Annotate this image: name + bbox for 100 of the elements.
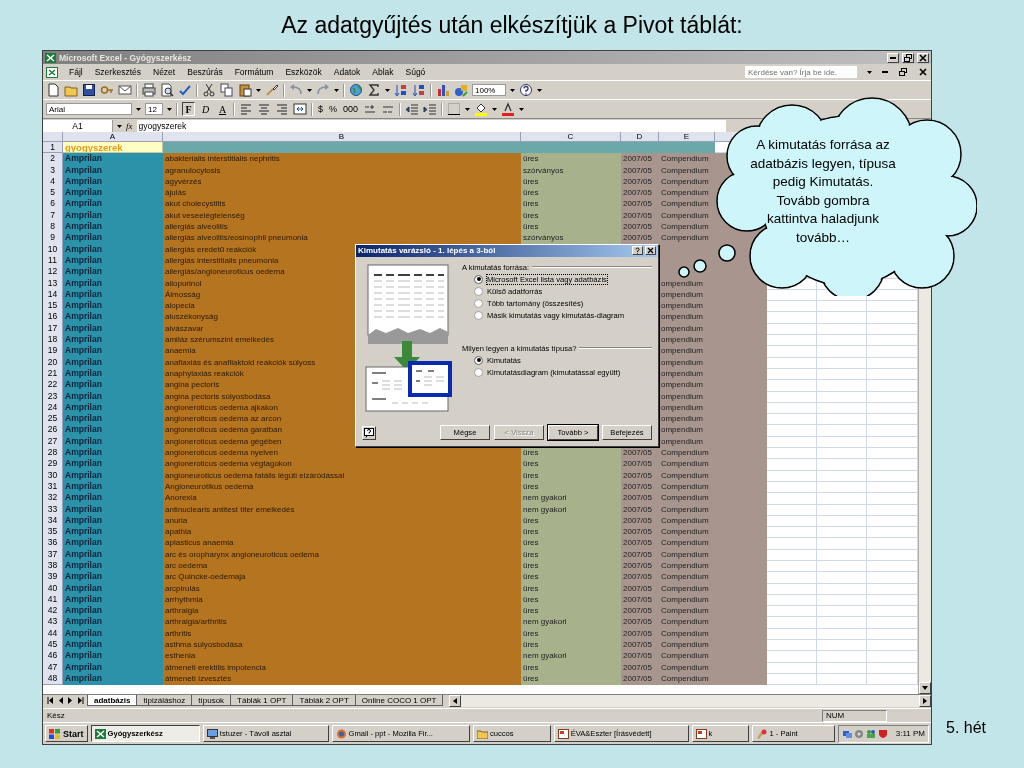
table-cell[interactable]: abakterialis interstitialis nephritis xyxy=(163,153,521,166)
table-cell[interactable]: angioneroticus oedema az arcon xyxy=(163,413,355,426)
row-number[interactable]: 19 xyxy=(43,345,63,358)
font-size-field[interactable]: 12 xyxy=(145,103,163,115)
row-number[interactable]: 22 xyxy=(43,379,63,392)
row-number[interactable]: 36 xyxy=(43,537,63,550)
table-cell[interactable]: Compendium xyxy=(659,447,715,460)
table-cell[interactable]: Amprilan xyxy=(63,639,163,652)
row-number[interactable]: 1 xyxy=(43,142,63,154)
table-cell[interactable]: Compendium xyxy=(659,458,715,471)
table-cell[interactable]: Compendium xyxy=(659,650,715,663)
sheet-tab[interactable]: Táblák 2 OPT xyxy=(292,695,356,706)
table-cell[interactable]: Compendium xyxy=(659,526,715,539)
table-cell[interactable]: Compendium xyxy=(659,605,715,618)
column-header[interactable]: B xyxy=(163,132,521,142)
table-cell[interactable]: üres xyxy=(521,198,621,211)
thousands-button[interactable]: 000 xyxy=(342,104,360,114)
menu-item[interactable]: Beszúrás xyxy=(186,67,224,77)
table-cell[interactable]: allergiás alveolitis/eosinophil pneumonia xyxy=(163,232,521,245)
table-cell[interactable]: allergiás alveolitis xyxy=(163,221,521,234)
table-cell[interactable]: üres xyxy=(521,605,621,618)
row-number[interactable]: 26 xyxy=(43,424,63,437)
row-number[interactable]: 12 xyxy=(43,266,63,279)
table-cell[interactable]: üres xyxy=(521,153,621,166)
table-cell[interactable]: 2007/05 xyxy=(621,639,659,652)
row-number[interactable]: 15 xyxy=(43,300,63,313)
table-cell[interactable]: Amprilan xyxy=(63,447,163,460)
table-cell[interactable]: akut cholecystitis xyxy=(163,198,521,211)
sheet-tab[interactable]: típusok xyxy=(191,695,232,706)
table-cell[interactable]: ompendium xyxy=(659,311,715,324)
table-cell[interactable]: aplasticus anaemia xyxy=(163,537,521,550)
table-cell[interactable]: üres xyxy=(521,221,621,234)
table-cell[interactable]: üres xyxy=(521,571,621,584)
table-cell[interactable]: arthralgia xyxy=(163,605,521,618)
table-cell[interactable]: ompendium xyxy=(659,334,715,347)
table-cell[interactable]: ompendium xyxy=(659,345,715,358)
table-cell[interactable]: alopecia xyxy=(163,300,355,313)
name-box[interactable]: A1 xyxy=(43,119,113,132)
row-number[interactable]: 29 xyxy=(43,458,63,471)
table-cell[interactable]: Compendium xyxy=(659,537,715,550)
menu-item[interactable]: Fájl xyxy=(68,67,84,77)
table-cell[interactable]: Amprilan xyxy=(63,221,163,234)
column-header[interactable]: A xyxy=(63,132,163,142)
help-search-field[interactable]: Kérdése van? Írja be ide. xyxy=(745,66,857,78)
table-cell[interactable]: amiláz szérumszint emelkedés xyxy=(163,334,355,347)
sheet-tab[interactable]: adatbázis xyxy=(87,695,138,706)
table-cell[interactable]: Amprilan xyxy=(63,571,163,584)
menu-item[interactable]: Nézet xyxy=(152,67,177,77)
start-button[interactable]: Start xyxy=(45,725,88,742)
table-cell[interactable]: arc Quincke-oedemaja xyxy=(163,571,521,584)
bold-button[interactable]: F xyxy=(182,102,195,116)
table-cell[interactable]: ájulás xyxy=(163,187,521,200)
table-cell[interactable]: angioneroticus oedema nyelven xyxy=(163,447,521,460)
table-cell[interactable]: 2007/05 xyxy=(621,605,659,618)
row-number[interactable]: 32 xyxy=(43,492,63,505)
table-cell[interactable]: 2007/05 xyxy=(621,221,659,234)
font-field[interactable]: Arial xyxy=(46,103,132,115)
table-cell[interactable]: Compendium xyxy=(659,492,715,505)
table-cell[interactable]: Amprilan xyxy=(63,153,163,166)
row-number[interactable]: 28 xyxy=(43,447,63,460)
table-cell[interactable]: Amprilan xyxy=(63,300,163,313)
table-cell[interactable]: Amprilan xyxy=(63,616,163,629)
table-cell[interactable]: angioneroticus oedema végtagokon xyxy=(163,458,521,471)
row-number[interactable]: 8 xyxy=(43,221,63,234)
table-cell[interactable]: Compendium xyxy=(659,187,715,200)
table-cell[interactable]: 2007/05 xyxy=(621,232,659,245)
table-cell[interactable]: 2007/05 xyxy=(621,650,659,663)
row-number[interactable]: 18 xyxy=(43,334,63,347)
menu-item[interactable]: Adatok xyxy=(332,67,362,77)
table-cell[interactable]: aluszékonyság xyxy=(163,311,355,324)
underline-button[interactable]: A xyxy=(216,102,229,116)
row-number[interactable]: 35 xyxy=(43,526,63,539)
table-cell[interactable]: Amprilan xyxy=(63,605,163,618)
table-cell[interactable]: ompendium xyxy=(659,424,715,437)
table-cell[interactable]: Amprilan xyxy=(63,311,163,324)
table-cell[interactable]: Compendium xyxy=(659,639,715,652)
table-cell[interactable]: üres xyxy=(521,639,621,652)
table-cell[interactable]: arthralgia/arthritis xyxy=(163,616,521,629)
table-cell[interactable]: szórványos xyxy=(521,232,621,245)
table-cell[interactable]: ompendium xyxy=(659,379,715,392)
table-cell[interactable]: 2007/05 xyxy=(621,537,659,550)
column-header[interactable]: E xyxy=(659,132,715,142)
row-number[interactable]: 5 xyxy=(43,187,63,200)
table-cell[interactable]: Compendium xyxy=(659,571,715,584)
table-cell[interactable]: Compendium xyxy=(659,153,715,166)
row-number[interactable]: 42 xyxy=(43,605,63,618)
table-cell[interactable]: Compendium xyxy=(659,616,715,629)
row-number[interactable]: 45 xyxy=(43,639,63,652)
sheet-tab[interactable]: Táblák 1 OPT xyxy=(230,695,294,706)
row-number[interactable]: 46 xyxy=(43,650,63,663)
currency-button[interactable]: $ xyxy=(317,104,324,114)
table-cell[interactable]: Amprilan xyxy=(63,379,163,392)
table-cell[interactable]: Amprilan xyxy=(63,492,163,505)
table-cell[interactable]: esthenia xyxy=(163,650,521,663)
table-cell[interactable]: 2007/05 xyxy=(621,198,659,211)
table-cell[interactable]: Amprilan xyxy=(63,198,163,211)
menu-item[interactable]: Formátum xyxy=(233,67,275,77)
row-number[interactable]: 25 xyxy=(43,413,63,426)
menu-item[interactable]: Szerkesztés xyxy=(93,67,142,77)
table-cell[interactable]: anaemia xyxy=(163,345,355,358)
